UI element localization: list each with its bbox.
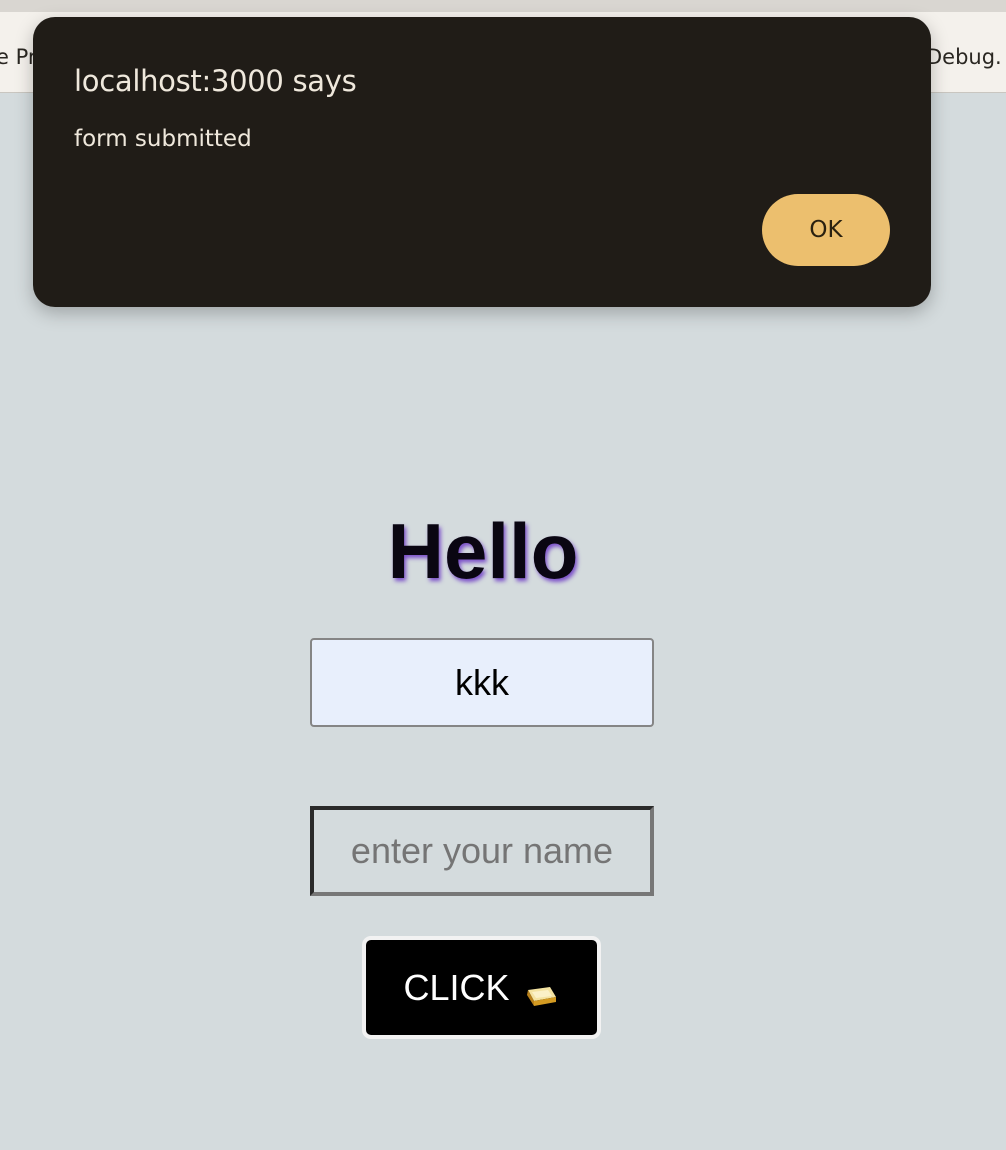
bookmark-item[interactable]: Debug. bbox=[926, 45, 1002, 69]
alert-title: localhost:3000 says bbox=[74, 64, 357, 98]
browser-top-strip bbox=[0, 0, 1006, 12]
alert-message: form submitted bbox=[74, 126, 252, 152]
gold-bar-icon bbox=[522, 976, 560, 1006]
alert-dialog: localhost:3000 says form submitted OK bbox=[33, 17, 931, 307]
bookmark-item[interactable]: e Pr bbox=[0, 45, 37, 69]
click-button[interactable]: CLICK bbox=[362, 936, 601, 1039]
ok-button[interactable]: OK bbox=[762, 194, 890, 266]
click-button-label: CLICK bbox=[403, 966, 510, 1008]
name-input[interactable] bbox=[310, 806, 654, 896]
name-display-field[interactable] bbox=[310, 638, 654, 727]
page-heading: Hello bbox=[387, 507, 579, 595]
